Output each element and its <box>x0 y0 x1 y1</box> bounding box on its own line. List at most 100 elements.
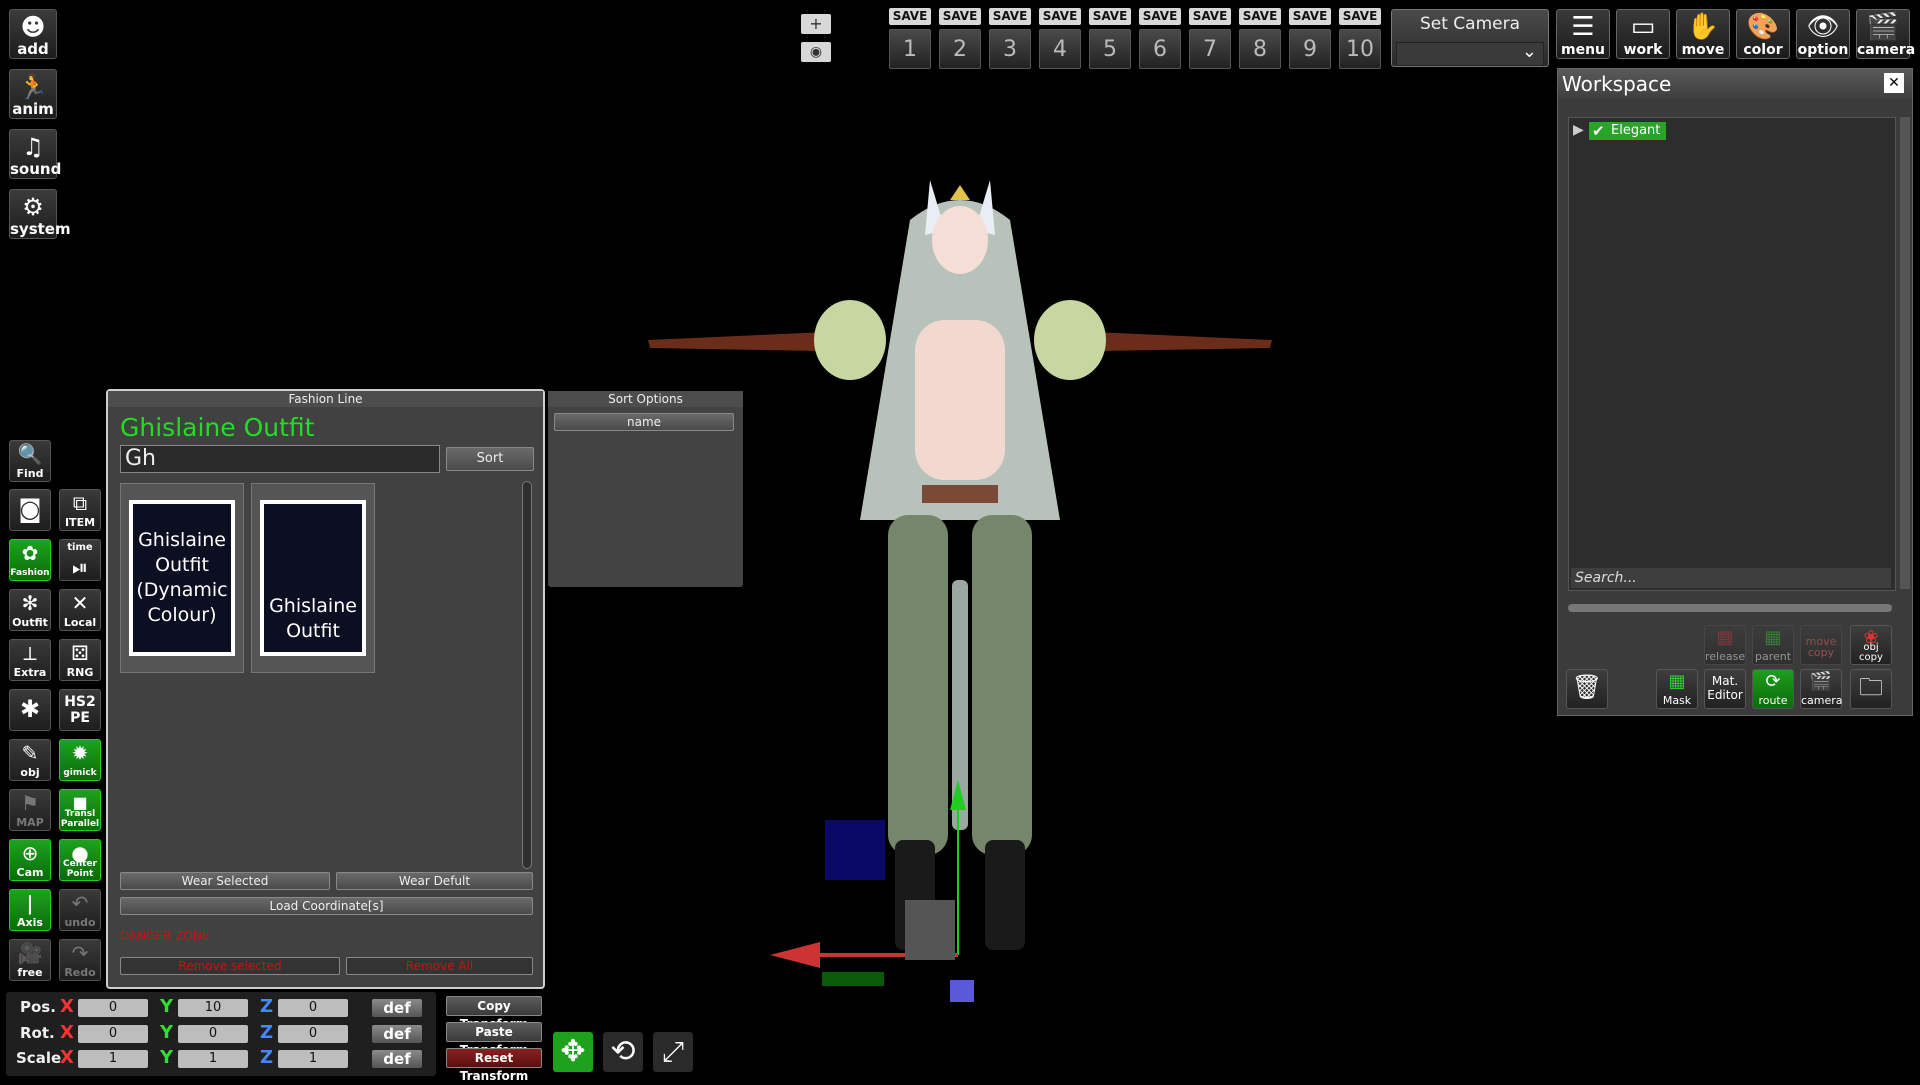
save-label: SAVE <box>1189 8 1231 25</box>
fashion-search-input[interactable]: Gh <box>120 445 440 473</box>
folder-button[interactable]: 🗀 <box>1850 669 1892 709</box>
running-icon: 🏃 <box>18 73 48 101</box>
save-slot-1[interactable]: SAVE 1 <box>889 8 931 69</box>
option-button[interactable]: 👁 option <box>1796 9 1850 59</box>
cam-button[interactable]: ⊕ Cam <box>9 839 51 881</box>
save-slot-10[interactable]: SAVE 10 <box>1339 8 1381 69</box>
save-slot-6[interactable]: SAVE 6 <box>1139 8 1181 69</box>
outfit-button[interactable]: ✻ Outfit <box>9 589 51 631</box>
extra-button[interactable]: ⟂ Extra <box>9 639 51 681</box>
paste-transform-button[interactable]: Paste Transform <box>446 1022 542 1057</box>
pos-x-input[interactable]: 0 <box>78 999 148 1017</box>
outfit-card[interactable]: Ghislaine Outfit <box>251 483 375 673</box>
local-button[interactable]: ✕ Local <box>59 589 101 631</box>
redo-button[interactable]: ↷ Redo <box>59 939 101 981</box>
save-slot-3[interactable]: SAVE 3 <box>989 8 1031 69</box>
route-button[interactable]: ⟳ route <box>1752 669 1794 709</box>
save-slot-9[interactable]: SAVE 9 <box>1289 8 1331 69</box>
rot-z-input[interactable]: 0 <box>278 1025 348 1043</box>
mat-editor-button[interactable]: Mat. Editor <box>1704 669 1746 709</box>
wear-selected-button[interactable]: Wear Selected <box>120 872 330 890</box>
pose-button[interactable]: ✱ <box>9 689 51 731</box>
mask-button[interactable]: ▦ Mask <box>1656 669 1698 709</box>
rot-x-input[interactable]: 0 <box>78 1025 148 1043</box>
item-button[interactable]: ⧉ ITEM <box>59 489 101 531</box>
sound-button[interactable]: ♫ sound <box>9 129 61 179</box>
move-gizmo-button[interactable]: ✥ <box>553 1032 593 1072</box>
save-slot-5[interactable]: SAVE 5 <box>1089 8 1131 69</box>
scale-x-input[interactable]: 1 <box>78 1050 148 1068</box>
anim-button[interactable]: 🏃 anim <box>9 69 57 119</box>
x-axis-label: X <box>60 996 74 1017</box>
outfit-card[interactable]: Ghislaine Outfit (Dynamic Colour) <box>120 483 244 673</box>
rot-def-button[interactable]: def <box>372 1025 422 1043</box>
save-label: SAVE <box>1339 8 1381 25</box>
remove-selected-button[interactable]: Remove selected <box>120 957 340 975</box>
parent-button[interactable]: ▦ parent <box>1752 625 1794 665</box>
save-slot-4[interactable]: SAVE 4 <box>1039 8 1081 69</box>
pos-def-button[interactable]: def <box>372 999 422 1017</box>
expand-arrow-icon[interactable]: ▶ <box>1573 122 1584 138</box>
workspace-h-scrollbar[interactable] <box>1568 604 1892 612</box>
ws-camera-button[interactable]: 🎬 camera <box>1800 669 1843 709</box>
workspace-title: Workspace <box>1558 69 1912 99</box>
undo-button[interactable]: ↶ undo <box>59 889 101 931</box>
outfit-list-scrollbar[interactable] <box>522 481 532 869</box>
save-slot-8[interactable]: SAVE 8 <box>1239 8 1281 69</box>
tree-item-elegant[interactable]: ✔ Elegant <box>1589 122 1667 140</box>
rng-button[interactable]: ⚄ RNG <box>59 639 101 681</box>
expand-icon: ⤢ <box>661 1035 685 1068</box>
move-copy-button[interactable]: move copy <box>1800 625 1842 665</box>
release-button[interactable]: ▦ release <box>1704 625 1746 665</box>
load-coordinates-button[interactable]: Load Coordinate[s] <box>120 897 533 915</box>
delete-button[interactable]: 🗑 <box>1566 669 1608 709</box>
pos-z-input[interactable]: 0 <box>278 999 348 1017</box>
center-point-button[interactable]: ● Center Point <box>59 839 101 881</box>
save-slot-number: 4 <box>1039 29 1081 69</box>
rot-y-input[interactable]: 0 <box>178 1025 248 1043</box>
move-button[interactable]: ✋ move <box>1676 9 1730 59</box>
zoom-in-button[interactable]: + <box>801 14 831 34</box>
hs2pe-button[interactable]: HS2 PE <box>59 689 101 731</box>
eye-toggle-button[interactable]: ◉ <box>801 42 831 62</box>
camera-button[interactable]: 🎬 camera <box>1856 9 1915 59</box>
save-slot-2[interactable]: SAVE 2 <box>939 8 981 69</box>
gimick-button[interactable]: ✹ gimick <box>59 739 101 781</box>
free-cam-button[interactable]: 🎥 free <box>9 939 51 981</box>
fashion-button[interactable]: ✿ Fashion <box>9 539 51 581</box>
find-button[interactable]: 🔍 Find <box>9 440 51 482</box>
scale-y-input[interactable]: 1 <box>178 1050 248 1068</box>
dice-icon: ⚄ <box>71 641 89 665</box>
save-slot-7[interactable]: SAVE 7 <box>1189 8 1231 69</box>
workspace-scrollbar[interactable] <box>1900 117 1910 589</box>
menu-button[interactable]: ☰ menu <box>1556 9 1610 59</box>
close-icon[interactable]: ✕ <box>1884 73 1904 93</box>
axis-button[interactable]: ǀ Axis <box>9 889 51 931</box>
camera-select[interactable]: ⌄ <box>1396 41 1544 66</box>
rotate-gizmo-button[interactable]: ⟲ <box>603 1032 643 1072</box>
reset-transform-button[interactable]: Reset Transform <box>446 1048 542 1083</box>
sort-button[interactable]: Sort <box>446 447 534 471</box>
obj-copy-button[interactable]: ❀ obj copy <box>1850 625 1892 665</box>
pos-y-input[interactable]: 10 <box>178 999 248 1017</box>
color-button[interactable]: 🎨 color <box>1736 9 1790 59</box>
copy-transform-button[interactable]: Copy Transform <box>446 996 542 1031</box>
work-button[interactable]: ▭ work <box>1616 9 1670 59</box>
workspace-search-input[interactable]: Search... <box>1571 568 1891 588</box>
map-button[interactable]: ⚑ MAP <box>9 789 51 831</box>
time-button[interactable]: time ⏯ <box>59 539 101 581</box>
wear-default-button[interactable]: Wear Defult <box>336 872 533 890</box>
map-icon: ⚑ <box>21 791 39 815</box>
rotate-icon: ⟲ <box>610 1034 636 1069</box>
transl-parallel-button[interactable]: ■ Transl Parallel <box>59 789 101 831</box>
scale-z-input[interactable]: 1 <box>278 1050 348 1068</box>
scale-def-button[interactable]: def <box>372 1050 422 1068</box>
system-button[interactable]: ⚙ system <box>9 189 71 239</box>
obj-button[interactable]: ✎ obj <box>9 739 51 781</box>
remove-all-button[interactable]: Remove All <box>346 957 533 975</box>
sort-by-name-button[interactable]: name <box>554 413 734 431</box>
add-button[interactable]: ☻ add <box>9 9 57 59</box>
scale-gizmo-button[interactable]: ⤢ <box>653 1032 693 1072</box>
save-label: SAVE <box>1239 8 1281 25</box>
screenshot-button[interactable]: ◙ <box>9 489 51 531</box>
